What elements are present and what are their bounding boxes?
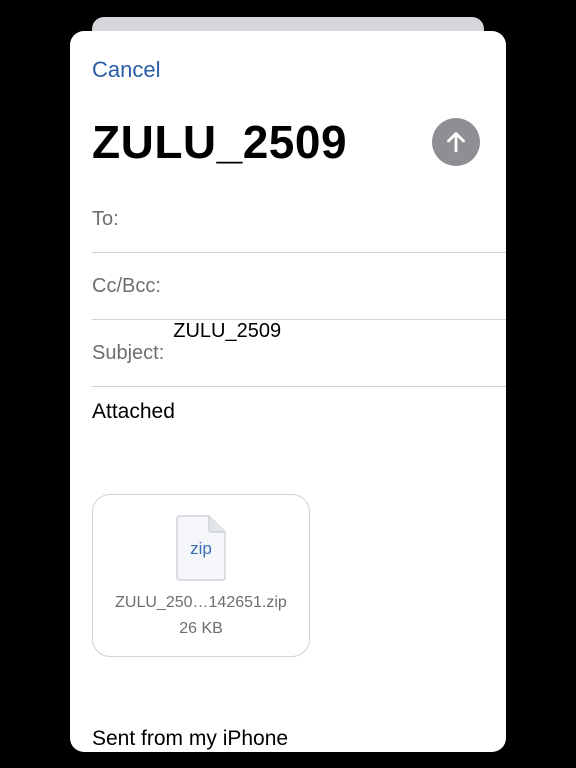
subject-field: Subject: ZULU_2509 — [92, 320, 506, 387]
send-button[interactable] — [432, 118, 480, 166]
subject-input[interactable]: ZULU_2509 — [173, 320, 506, 386]
to-input[interactable] — [128, 186, 506, 252]
to-field: To: — [92, 186, 506, 253]
ccbcc-label: Cc/Bcc: — [92, 274, 161, 297]
signature-text[interactable]: Sent from my iPhone — [92, 727, 288, 751]
subject-label: Subject: — [92, 341, 165, 364]
arrow-up-icon — [447, 132, 465, 153]
attachment-filename: ZULU_250…142651.zip — [115, 594, 287, 611]
file-extension-label: zip — [190, 539, 212, 558]
mail-compose-sheet: Cancel ZULU_2509 To: Cc/Bcc: Subject: ZU… — [70, 31, 506, 752]
attachment-tile[interactable]: zip ZULU_250…142651.zip 26 KB — [92, 494, 310, 657]
message-body[interactable]: Attached — [92, 400, 175, 424]
cancel-button[interactable]: Cancel — [92, 57, 160, 83]
compose-title: ZULU_2509 — [92, 116, 348, 168]
attachment-size: 26 KB — [179, 620, 223, 637]
to-label: To: — [92, 207, 119, 230]
zip-file-icon: zip — [176, 515, 226, 581]
ccbcc-input[interactable] — [170, 253, 506, 319]
ccbcc-field: Cc/Bcc: — [92, 253, 506, 320]
